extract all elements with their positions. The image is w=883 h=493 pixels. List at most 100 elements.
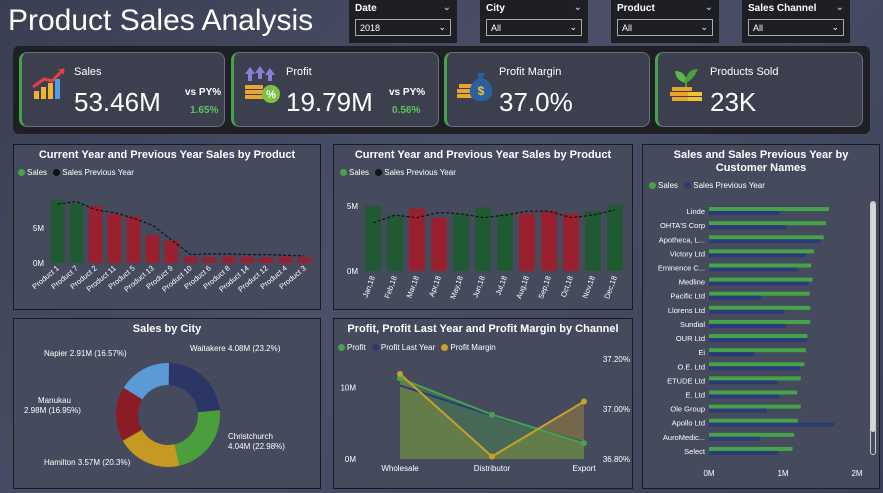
sales-bar [607, 204, 623, 271]
panel-sales-by-city[interactable]: Sales by City Waitakere 4.08M (23.2%) Chr… [13, 318, 321, 489]
kpi-card-profit-margin[interactable]: $ Profit Margin 37.0% [444, 52, 650, 127]
x-tick-label: Jan,18 [361, 275, 377, 299]
channel-area-chart: 0M 10M 36.80% 37.00% 37.20% Wholesale Distribu… [340, 355, 630, 473]
sales-bar [431, 217, 447, 271]
city-dropdown[interactable]: All ⌄ [486, 19, 582, 36]
x-tick-label: Export [572, 464, 596, 473]
sales-bar [709, 319, 811, 324]
y-tick-label: 10M [340, 384, 356, 393]
y2-tick-label: 37.20% [603, 355, 630, 364]
kpi-sales-vs-label: vs PY% [185, 87, 222, 98]
sales-channel-dropdown[interactable]: All ⌄ [748, 19, 844, 36]
chevron-down-icon: ⌄ [569, 22, 577, 32]
chevron-down-icon[interactable]: ⌄ [574, 2, 582, 13]
x-tick-label: 2M [851, 469, 862, 478]
sales-bar [709, 263, 812, 268]
y-tick-label: Ei [698, 348, 705, 357]
profit-point [489, 411, 495, 418]
py-bar [709, 323, 786, 328]
py-bar [709, 436, 761, 441]
product-value: All [622, 23, 633, 33]
city-slicer[interactable]: City ⌄ All ⌄ [480, 0, 588, 43]
y-tick-label: Victory Ltd [670, 249, 705, 258]
y-tick-label: OHTA'S Corp [660, 221, 705, 230]
x-tick-label: 0M [703, 469, 714, 478]
sales-bar [709, 291, 810, 296]
sales-bar [240, 256, 255, 263]
py-bar [709, 281, 809, 286]
sales-bar [126, 216, 141, 263]
sales-bar [164, 240, 179, 263]
slice-label: Waitakere 4.08M (23.2%) [190, 344, 281, 353]
x-tick-label: Distributor [474, 464, 511, 473]
profit-coins-icon: % [245, 66, 280, 103]
sales-bar [69, 202, 84, 263]
panel-sales-by-customer[interactable]: Sales and Sales Previous Year by Custome… [642, 144, 880, 489]
customer-bar-chart: Linde OHTA'S Corp Apotheca, L... Victory Lt… [658, 207, 863, 478]
product-dropdown[interactable]: All ⌄ [617, 19, 713, 36]
date-slicer[interactable]: Date ⌄ 2018 ⌄ [349, 0, 457, 43]
sales-bar [183, 256, 198, 263]
chart-title: Current Year and Previous Year Sales by … [38, 149, 296, 161]
py-bar [709, 239, 821, 244]
sales-bar [709, 348, 806, 353]
sales-bar [709, 418, 798, 423]
pie-slice [168, 363, 220, 413]
sales-bar [497, 213, 513, 271]
panel-sales-by-month[interactable]: Current Year and Previous Year Sales by … [333, 144, 633, 310]
sales-bar [709, 376, 801, 381]
margin-point [581, 398, 587, 405]
kpi-profit-name: Profit [286, 66, 312, 78]
chevron-down-icon[interactable]: ⌄ [705, 2, 713, 13]
panel-profit-by-channel[interactable]: Profit, Profit Last Year and Profit Marg… [333, 318, 633, 489]
vertical-scrollbar[interactable] [870, 201, 876, 455]
chevron-down-icon: ⌄ [700, 22, 708, 32]
slice-label: Hamilton 3.57M (20.3%) [44, 458, 131, 467]
sales-bar [519, 213, 535, 271]
date-value: 2018 [360, 23, 381, 33]
x-tick-label: Mar,18 [405, 275, 421, 300]
chevron-down-icon[interactable]: ⌄ [836, 2, 844, 13]
sales-chart-icon [32, 67, 66, 99]
sales-bar [453, 213, 469, 271]
chevron-down-icon[interactable]: ⌄ [443, 2, 451, 13]
city-slicer-label: City [486, 3, 505, 14]
y-tick-label: Apotheca, L... [659, 235, 705, 244]
kpi-card-profit[interactable]: % Profit 19.79M vs PY% 0.56% [231, 52, 439, 127]
date-slicer-label: Date [355, 3, 377, 14]
margin-point [397, 371, 403, 377]
product-slicer-label: Product [617, 3, 655, 14]
kpi-card-sales[interactable]: Sales 53.46M vs PY% 1.65% [19, 52, 225, 127]
kpi-profit-margin-name: Profit Margin [499, 66, 562, 78]
x-tick-label: Sep,18 [536, 275, 553, 300]
profit-point [581, 440, 587, 447]
sales-bar [709, 277, 813, 282]
panel-sales-by-product[interactable]: Current Year and Previous Year Sales by … [13, 144, 321, 310]
y-tick-label: ETUDE Ltd [667, 376, 705, 385]
y-tick-label: O.E. Ltd [677, 362, 705, 371]
sales-channel-slicer[interactable]: Sales Channel ⌄ All ⌄ [742, 0, 850, 43]
kpi-products-sold-name: Products Sold [710, 66, 779, 78]
slice-label: Napier 2.91M (16.57%) [44, 349, 127, 358]
y-tick-label: 0M [347, 267, 358, 276]
chart-title: Current Year and Previous Year Sales by … [354, 149, 612, 161]
margin-point [489, 453, 495, 460]
sales-bar [709, 235, 824, 240]
x-tick-label: Nov,18 [580, 275, 596, 300]
legend-py-label: Sales Previous Year [693, 181, 765, 190]
sales-bar [709, 334, 808, 339]
slice-label: Christchurch [228, 432, 273, 441]
date-dropdown[interactable]: 2018 ⌄ [355, 19, 451, 36]
sales-bar [709, 249, 815, 254]
sales-bar [297, 257, 312, 263]
x-tick-label: Jun,18 [471, 275, 487, 299]
pie-slice [174, 410, 220, 466]
x-tick-label: May,18 [448, 275, 465, 301]
sales-bar [387, 215, 403, 271]
py-bar [709, 225, 786, 230]
scrollbar-thumb[interactable] [871, 202, 875, 432]
kpi-profit-vs-label: vs PY% [389, 87, 426, 98]
kpi-card-products-sold[interactable]: Products Sold 23K [655, 52, 863, 127]
sales-bar [541, 211, 557, 271]
product-slicer[interactable]: Product ⌄ All ⌄ [611, 0, 719, 43]
